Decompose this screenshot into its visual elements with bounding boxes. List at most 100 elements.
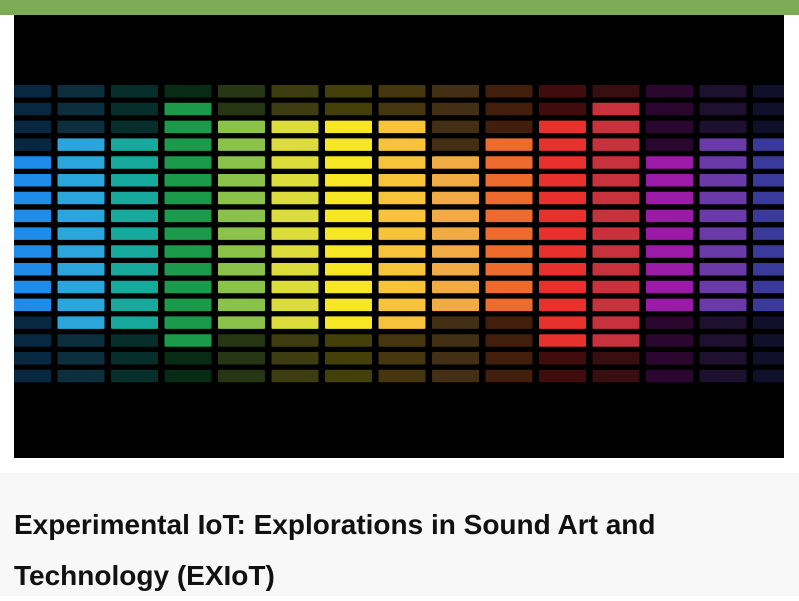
eq-segment <box>753 245 784 258</box>
eq-segment <box>57 298 105 312</box>
eq-segment <box>57 316 105 329</box>
eq-segment <box>699 156 747 169</box>
eq-segment <box>164 174 212 187</box>
eq-segment <box>699 316 747 329</box>
eq-segment <box>646 191 693 205</box>
eq-segment <box>164 102 212 116</box>
eq-segment <box>218 138 265 151</box>
eq-segment <box>432 174 479 187</box>
eq-segment <box>592 316 640 329</box>
eq-segment <box>539 191 586 205</box>
eq-segment <box>164 191 212 205</box>
eq-segment <box>14 102 51 116</box>
eq-segment <box>378 209 426 223</box>
eq-segment <box>57 156 105 169</box>
eq-segment <box>432 263 479 276</box>
eq-segment <box>325 352 372 365</box>
eq-segment <box>539 102 586 116</box>
eq-segment <box>699 174 747 187</box>
eq-segment <box>325 209 372 223</box>
eq-segment <box>57 85 105 98</box>
eq-segment <box>14 120 51 134</box>
eq-segment <box>699 280 747 294</box>
eq-segment <box>271 316 319 329</box>
eq-segment <box>646 352 693 365</box>
eq-segment <box>646 138 693 151</box>
eq-segment <box>14 156 51 169</box>
eq-segment <box>111 352 158 365</box>
eq-segment <box>164 334 212 347</box>
eq-segment <box>432 316 479 329</box>
eq-segment <box>325 156 372 169</box>
eq-segment <box>592 245 640 258</box>
eq-segment <box>539 174 586 187</box>
eq-segment <box>325 138 372 151</box>
eq-segment <box>111 191 158 205</box>
eq-segment <box>271 245 319 258</box>
eq-segment <box>325 227 372 240</box>
eq-segment <box>14 280 51 294</box>
equalizer-image <box>14 15 784 458</box>
eq-segment <box>164 120 212 134</box>
eq-segment <box>111 334 158 347</box>
eq-segment <box>378 280 426 294</box>
eq-segment <box>325 120 372 134</box>
eq-segment <box>432 85 479 98</box>
eq-segment <box>111 245 158 258</box>
eq-segment <box>432 102 479 116</box>
eq-segment <box>753 174 784 187</box>
eq-segment <box>646 334 693 347</box>
eq-segment <box>485 174 533 187</box>
eq-segment <box>699 227 747 240</box>
eq-segment <box>646 85 693 98</box>
eq-segment <box>485 191 533 205</box>
eq-segment <box>325 85 372 98</box>
eq-segment <box>111 85 158 98</box>
eq-segment <box>57 174 105 187</box>
eq-segment <box>592 280 640 294</box>
eq-segment <box>753 191 784 205</box>
eq-segment <box>57 138 105 151</box>
eq-segment <box>218 174 265 187</box>
eq-segment <box>57 263 105 276</box>
eq-segment <box>592 334 640 347</box>
eq-segment <box>271 209 319 223</box>
eq-segment <box>753 334 784 347</box>
eq-segment <box>485 263 533 276</box>
eq-segment <box>699 138 747 151</box>
eq-segment <box>592 191 640 205</box>
eq-segment <box>325 245 372 258</box>
eq-segment <box>271 120 319 134</box>
eq-segment <box>218 280 265 294</box>
eq-segment <box>164 280 212 294</box>
eq-segment <box>164 316 212 329</box>
eq-segment <box>699 334 747 347</box>
eq-segment <box>646 245 693 258</box>
eq-segment <box>378 191 426 205</box>
eq-segment <box>111 298 158 312</box>
eq-segment <box>378 174 426 187</box>
eq-segment <box>432 334 479 347</box>
eq-segment <box>378 120 426 134</box>
eq-segment <box>57 191 105 205</box>
eq-segment <box>14 227 51 240</box>
eq-segment <box>378 334 426 347</box>
eq-segment <box>753 369 784 383</box>
eq-segment <box>699 120 747 134</box>
eq-segment <box>378 138 426 151</box>
eq-segment <box>14 138 51 151</box>
eq-segment <box>325 102 372 116</box>
eq-segment <box>218 120 265 134</box>
eq-segment <box>432 138 479 151</box>
eq-segment <box>485 120 533 134</box>
eq-segment <box>378 298 426 312</box>
card-title[interactable]: Experimental IoT: Explorations in Sound … <box>14 499 774 601</box>
eq-segment <box>646 298 693 312</box>
eq-segment <box>539 334 586 347</box>
eq-segment <box>57 334 105 347</box>
eq-segment <box>432 352 479 365</box>
eq-segment <box>218 352 265 365</box>
eq-segment <box>57 209 105 223</box>
eq-segment <box>539 263 586 276</box>
eq-segment <box>218 227 265 240</box>
